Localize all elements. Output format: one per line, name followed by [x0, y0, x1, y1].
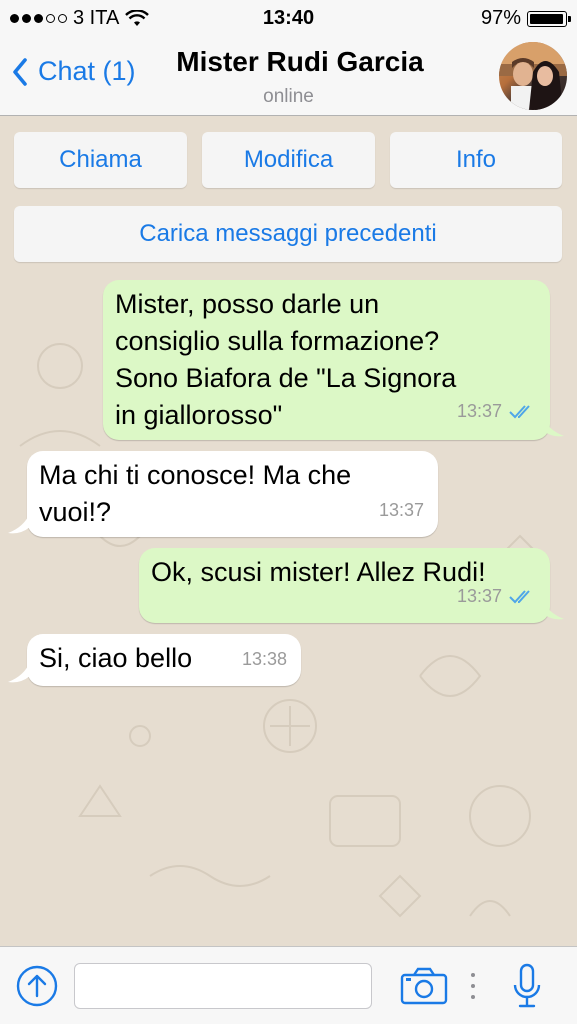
message-meta: 13:37	[379, 492, 424, 529]
contact-status: online	[263, 86, 314, 107]
call-button[interactable]: Chiama	[14, 132, 187, 188]
bubble-tail	[8, 662, 30, 683]
chat-area[interactable]: Chiama Modifica Info Carica messaggi pre…	[0, 116, 577, 946]
edit-button[interactable]: Modifica	[202, 132, 375, 188]
load-earlier-messages-button[interactable]: Carica messaggi precedenti	[14, 206, 562, 262]
info-button[interactable]: Info	[390, 132, 562, 188]
upload-icon[interactable]	[16, 965, 58, 1007]
message-meta: 13:37	[457, 393, 536, 430]
message-time: 13:37	[456, 401, 502, 421]
message-text: Ma chi ti conosce! Ma che vuoi!?	[39, 460, 352, 527]
microphone-icon[interactable]	[512, 963, 542, 1009]
message-time: 13:38	[241, 649, 287, 669]
bubble-tail	[542, 599, 564, 620]
battery-fill	[530, 13, 563, 24]
message-bubble-incoming[interactable]: Ma chi ti conosce! Ma che vuoi!? 13:37	[27, 451, 438, 537]
bubble-tail	[542, 416, 564, 437]
double-check-icon	[509, 404, 530, 418]
message-meta: 13:37	[457, 578, 536, 615]
battery-percent: 97%	[480, 7, 521, 29]
message-bubble-outgoing[interactable]: Mister, posso darle un consiglio sulla f…	[103, 280, 550, 440]
bubble-tail	[8, 513, 30, 534]
message-text-field[interactable]	[74, 963, 372, 1009]
message-bubble-outgoing[interactable]: Ok, scusi mister! Allez Rudi! 13:37	[139, 548, 550, 623]
contact-name[interactable]: Mister Rudi Garcia	[0, 46, 577, 78]
double-check-icon	[509, 589, 530, 603]
message-time: 13:37	[378, 500, 424, 520]
avatar-photo	[499, 42, 567, 110]
battery-cap	[568, 15, 571, 22]
status-bar: 3 ITA 13:40 97%	[0, 0, 577, 36]
message-bubble-incoming[interactable]: Si, ciao bello 13:38	[27, 634, 301, 686]
navigation-bar: Chat (1) Mister Rudi Garcia online	[0, 36, 577, 116]
status-right: 97%	[480, 7, 571, 30]
dots-separator-icon	[471, 973, 475, 999]
message-time: 13:37	[456, 586, 502, 606]
battery-icon	[527, 10, 571, 27]
message-input-bar	[0, 946, 577, 1024]
camera-icon[interactable]	[400, 967, 448, 1005]
message-meta: 13:38	[242, 641, 287, 678]
contact-avatar[interactable]	[499, 42, 567, 110]
